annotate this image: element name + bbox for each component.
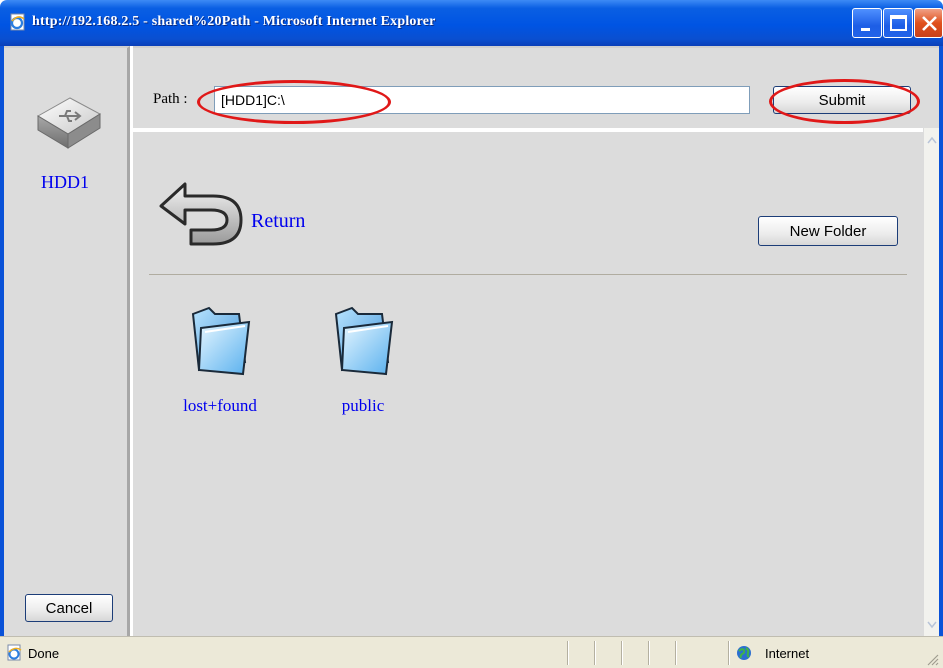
resize-grip-icon[interactable] xyxy=(924,651,940,667)
minimize-icon xyxy=(861,28,870,31)
submit-button[interactable]: Submit xyxy=(773,86,911,114)
status-separator xyxy=(567,641,568,665)
folder-label[interactable]: lost+found xyxy=(165,396,275,416)
status-bar: Done Internet xyxy=(0,636,943,668)
window-title: http://192.168.2.5 - shared%20Path - Mic… xyxy=(32,14,436,29)
folder-browser: Return New Folder lost+found public xyxy=(133,128,923,636)
globe-icon xyxy=(737,646,751,660)
divider xyxy=(149,274,907,275)
cancel-button[interactable]: Cancel xyxy=(25,594,113,622)
path-label: Path : xyxy=(153,91,188,107)
minimize-button[interactable] xyxy=(852,8,882,38)
status-separator xyxy=(594,641,595,665)
close-button[interactable] xyxy=(914,8,943,38)
status-separator xyxy=(728,641,729,665)
zone-text: Internet xyxy=(765,646,810,661)
folder-icon xyxy=(334,306,394,376)
folder-icon xyxy=(191,306,251,376)
new-folder-button[interactable]: New Folder xyxy=(758,216,898,246)
status-separator xyxy=(675,641,676,665)
title-bar: http://192.168.2.5 - shared%20Path - Mic… xyxy=(0,0,943,46)
status-separator xyxy=(621,641,622,665)
scroll-down-icon[interactable] xyxy=(924,616,940,633)
drive-link-hdd1[interactable]: HDD1 xyxy=(4,172,126,193)
sidebar: HDD1 Cancel xyxy=(4,46,130,636)
maximize-icon xyxy=(890,15,907,31)
path-bar: Path : Submit xyxy=(133,46,939,128)
folder-label[interactable]: public xyxy=(308,396,418,416)
vertical-scrollbar[interactable] xyxy=(923,128,939,636)
folder-item[interactable]: public xyxy=(308,304,418,424)
return-link[interactable]: Return xyxy=(251,210,305,233)
close-icon xyxy=(922,16,937,31)
usb-drive-icon[interactable] xyxy=(34,88,104,156)
status-text: Done xyxy=(28,646,60,661)
maximize-button[interactable] xyxy=(883,8,913,38)
status-separator xyxy=(648,641,649,665)
scroll-up-icon[interactable] xyxy=(924,132,940,149)
path-input[interactable] xyxy=(214,86,750,114)
folder-item[interactable]: lost+found xyxy=(165,304,275,424)
ie-page-icon xyxy=(10,13,25,31)
return-arrow-icon[interactable] xyxy=(157,178,245,246)
ie-page-icon xyxy=(7,644,22,661)
